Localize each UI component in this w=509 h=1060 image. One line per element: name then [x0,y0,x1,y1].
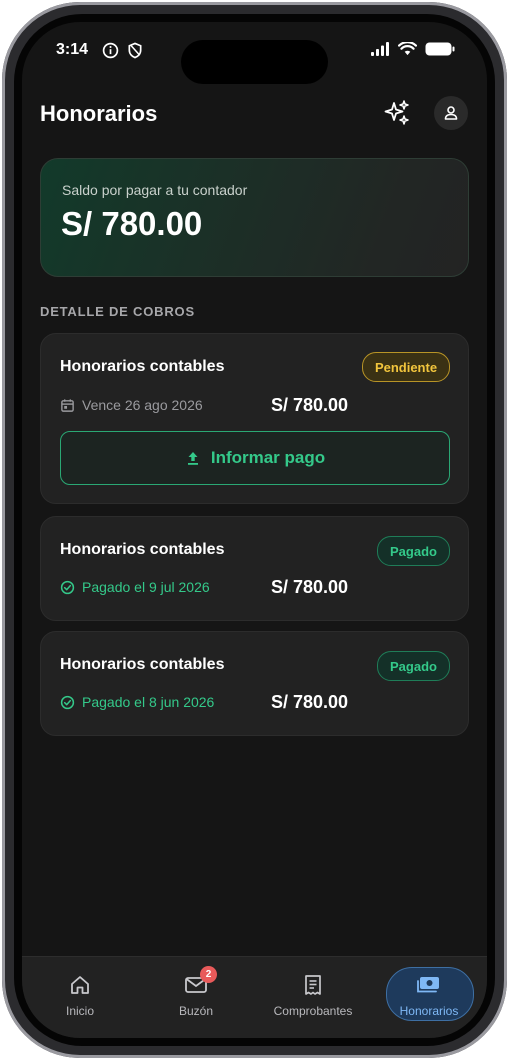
wifi-icon [398,42,417,56]
balance-label: Saldo por pagar a tu contador [62,182,248,198]
nav-label: Buzón [178,1004,214,1018]
profile-button[interactable] [434,96,468,130]
charge-amount: S/ 780.00 [271,395,349,415]
upload-icon [187,452,198,465]
nav-item-buzon[interactable]: 2 Buzón [138,957,254,1038]
nav-label: Comprobantes [273,1004,353,1018]
status-time: 3:14 [56,41,89,58]
nav-label: Honorarios [399,1004,459,1018]
app-screen: 3:14 Honorarios Saldo por pagar a tu con… [22,22,487,1038]
unread-count-badge: 2 [200,966,217,983]
check-circle-icon [60,580,75,594]
home-icon [71,976,89,994]
page-title: Honorarios [40,101,158,126]
charge-due-date: Vence 26 ago 2026 [60,397,203,413]
nav-label: Inicio [65,1004,94,1018]
info-icon [102,42,119,59]
charge-title: Honorarios contables [60,541,225,558]
status-left-icons [102,42,143,59]
ai-assistant-button[interactable] [382,98,412,128]
dynamic-island [181,40,328,84]
informar-pago-button[interactable]: Informar pago [60,431,450,485]
charge-card: Honorarios contables Pagado Pagado el 8 … [40,631,469,736]
section-title: DETALLE DE COBROS [40,304,195,319]
charge-paid-date: Pagado el 8 jun 2026 [60,694,214,710]
status-badge: Pendiente [362,352,450,382]
check-circle-icon [60,695,75,709]
bottom-nav: Inicio 2 Buzón Comprobantes Honorarios [22,956,487,1038]
sparkles-icon [384,100,409,125]
charge-meta-text: Pagado el 9 jul 2026 [82,579,210,595]
user-icon [444,106,458,120]
cash-icon [417,977,439,993]
charge-amount: S/ 780.00 [271,577,349,597]
shield-icon [128,42,142,59]
charge-meta-text: Vence 26 ago 2026 [82,397,203,413]
signal-icon [371,42,389,56]
balance-card: Saldo por pagar a tu contador S/ 780.00 [40,158,469,277]
charge-paid-date: Pagado el 9 jul 2026 [60,579,210,595]
calendar-icon [61,398,74,412]
balance-amount: S/ 780.00 [61,205,203,242]
nav-item-inicio[interactable]: Inicio [22,957,138,1038]
nav-item-comprobantes[interactable]: Comprobantes [255,957,371,1038]
charge-meta-text: Pagado el 8 jun 2026 [82,694,215,710]
charge-card: Honorarios contables Pendiente Vence 26 … [40,333,469,504]
status-badge: Pagado [377,536,450,566]
charge-title: Honorarios contables [60,656,225,673]
charge-card: Honorarios contables Pagado Pagado el 9 … [40,516,469,621]
charge-amount: S/ 780.00 [271,692,349,712]
charge-title: Honorarios contables [60,358,225,375]
status-badge: Pagado [377,651,450,681]
battery-icon [425,42,455,56]
informar-pago-label: Informar pago [210,448,326,467]
receipt-icon [305,975,321,995]
status-right-icons [371,42,455,56]
nav-item-honorarios[interactable]: Honorarios [371,957,487,1038]
